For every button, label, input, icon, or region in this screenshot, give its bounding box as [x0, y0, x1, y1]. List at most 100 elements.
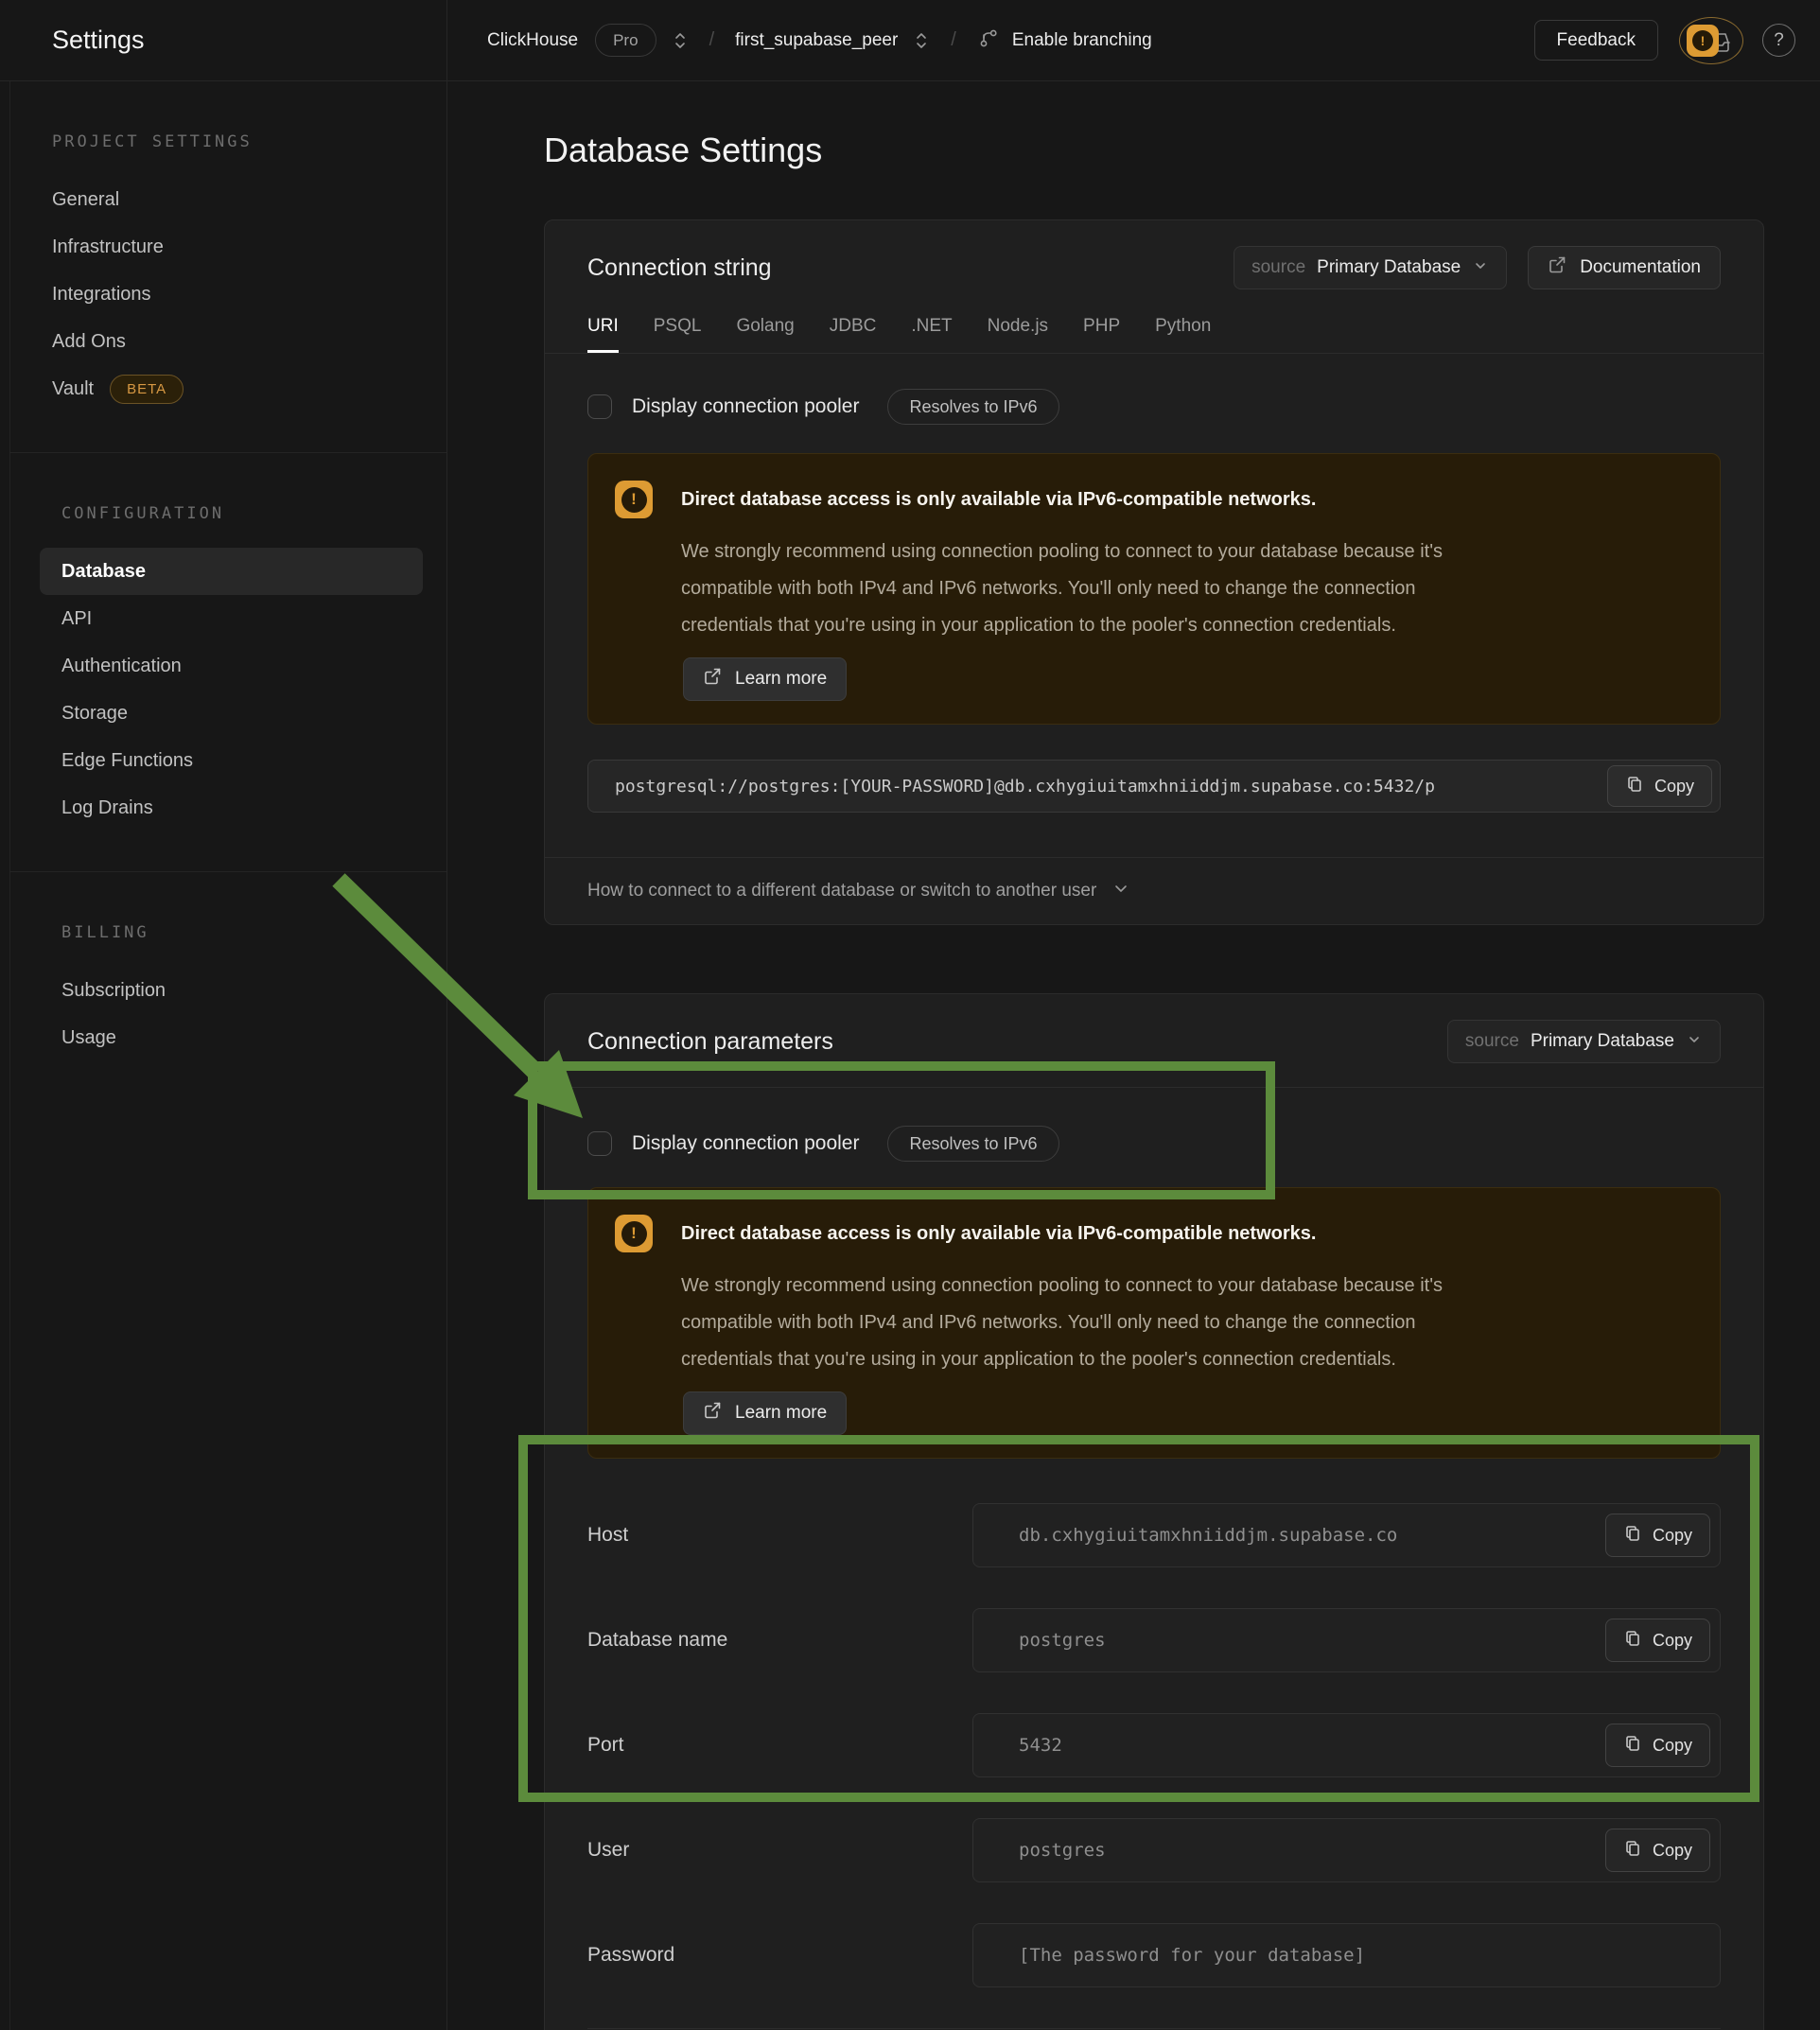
tab-uri[interactable]: URI	[587, 316, 619, 353]
copy-host-button[interactable]: Copy	[1605, 1514, 1710, 1557]
param-row-password: Password [The password for your database…	[587, 1923, 1721, 1987]
sidebar-item-storage[interactable]: Storage	[40, 690, 423, 737]
sidebar-item-log-drains[interactable]: Log Drains	[40, 784, 423, 831]
copy-icon	[1623, 1839, 1642, 1863]
field-label: Database name	[587, 1629, 972, 1652]
help-button[interactable]: ?	[1762, 24, 1795, 57]
learn-more-button[interactable]: Learn more	[683, 1391, 847, 1435]
tab-dotnet[interactable]: .NET	[911, 316, 952, 353]
field-label: User	[587, 1839, 972, 1862]
sidebar-item-subscription[interactable]: Subscription	[40, 967, 423, 1014]
resolves-ipv6-badge: Resolves to IPv6	[887, 389, 1059, 425]
plan-badge: Pro	[595, 24, 656, 57]
enable-branching-label: Enable branching	[1012, 30, 1152, 51]
field-label: Password	[587, 1944, 972, 1967]
switch-database-expander[interactable]: How to connect to a different database o…	[587, 879, 1130, 903]
copy-database-name-button[interactable]: Copy	[1605, 1619, 1710, 1662]
sidebar-section-billing: BILLING Subscription Usage	[9, 871, 446, 1101]
connection-parameters-card: Connection parameters source Primary Dat…	[544, 993, 1764, 2030]
ipv6-warning-callout: ! Direct database access is only availab…	[587, 453, 1721, 725]
breadcrumb-separator: /	[704, 29, 721, 51]
header-settings-zone: Settings	[0, 0, 447, 80]
main-content: Database Settings Connection string sour…	[447, 81, 1820, 2030]
tab-golang[interactable]: Golang	[736, 316, 794, 353]
sidebar-item-database[interactable]: Database	[40, 548, 423, 595]
sidebar-item-general[interactable]: General	[30, 176, 423, 223]
sidebar-item-integrations[interactable]: Integrations	[30, 271, 423, 318]
resolves-ipv6-badge: Resolves to IPv6	[887, 1126, 1059, 1162]
sidebar-item-edge-functions[interactable]: Edge Functions	[40, 737, 423, 784]
connection-string-card: Connection string source Primary Databas…	[544, 219, 1764, 925]
page-title: Database Settings	[544, 129, 1820, 172]
copy-icon	[1623, 1629, 1642, 1653]
param-row-user: User postgres Copy	[587, 1818, 1721, 1882]
breadcrumb-project[interactable]: first_supabase_peer	[735, 30, 898, 51]
param-row-database-name: Database name postgres Copy	[587, 1608, 1721, 1672]
copy-icon	[1623, 1524, 1642, 1548]
display-pooler-checkbox[interactable]	[587, 1131, 612, 1156]
documentation-button[interactable]: Documentation	[1528, 246, 1721, 289]
learn-more-button[interactable]: Learn more	[683, 657, 847, 701]
warning-body: We strongly recommend using connection p…	[681, 1268, 1672, 1378]
password-placeholder: [The password for your database]	[973, 1945, 1365, 1966]
database-name-field[interactable]: postgres Copy	[972, 1608, 1721, 1672]
password-field[interactable]: [The password for your database]	[972, 1923, 1721, 1987]
language-tabs: URI PSQL Golang JDBC .NET Node.js PHP Py…	[545, 302, 1763, 354]
git-branch-icon	[977, 26, 1000, 55]
ipv6-warning-callout: ! Direct database access is only availab…	[587, 1187, 1721, 1459]
header-actions: Feedback ! ?	[1534, 17, 1795, 64]
display-pooler-checkbox[interactable]	[587, 394, 612, 419]
notifications-button[interactable]: !	[1679, 17, 1743, 64]
sidebar-left-border	[9, 81, 10, 2030]
field-label: Host	[587, 1524, 972, 1547]
breadcrumb-org[interactable]: ClickHouse	[487, 30, 578, 51]
copy-port-button[interactable]: Copy	[1605, 1724, 1710, 1767]
sidebar-item-infrastructure[interactable]: Infrastructure	[30, 223, 423, 271]
tab-python[interactable]: Python	[1155, 316, 1211, 353]
host-value: db.cxhygiuitamxhniiddjm.supabase.co	[973, 1525, 1397, 1546]
project-switcher-chevron-icon[interactable]	[913, 30, 930, 51]
tab-jdbc[interactable]: JDBC	[830, 316, 877, 353]
sidebar-item-authentication[interactable]: Authentication	[40, 642, 423, 690]
tab-psql[interactable]: PSQL	[654, 316, 702, 353]
copy-connection-string-button[interactable]: Copy	[1607, 765, 1712, 807]
source-select[interactable]: source Primary Database	[1447, 1020, 1721, 1063]
display-pooler-label: Display connection pooler	[632, 395, 859, 418]
feedback-button[interactable]: Feedback	[1534, 20, 1658, 61]
param-row-port: Port 5432 Copy	[587, 1713, 1721, 1777]
breadcrumb: ClickHouse Pro / first_supabase_peer / E…	[487, 24, 1152, 57]
enable-branching-button[interactable]: Enable branching	[977, 26, 1152, 55]
org-switcher-chevron-icon[interactable]	[672, 30, 689, 51]
connection-parameter-list: Host db.cxhygiuitamxhniiddjm.supabase.co…	[587, 1503, 1721, 2029]
settings-sidebar: PROJECT SETTINGS General Infrastructure …	[0, 81, 447, 2030]
warning-body: We strongly recommend using connection p…	[681, 534, 1672, 644]
sidebar-item-api[interactable]: API	[40, 595, 423, 642]
sidebar-item-vault[interactable]: Vault BETA	[30, 365, 423, 412]
sidebar-item-usage[interactable]: Usage	[40, 1014, 423, 1061]
chevron-down-icon	[1686, 1031, 1703, 1053]
tab-nodejs[interactable]: Node.js	[988, 316, 1048, 353]
top-header: Settings ClickHouse Pro / first_supabase…	[0, 0, 1820, 81]
tab-php[interactable]: PHP	[1083, 316, 1120, 353]
sidebar-section-configuration: CONFIGURATION Database API Authenticatio…	[9, 452, 446, 871]
connection-string-value: postgresql://postgres:[YOUR-PASSWORD]@db…	[588, 777, 1435, 796]
display-pooler-label: Display connection pooler	[632, 1132, 859, 1155]
user-value: postgres	[973, 1840, 1106, 1861]
sidebar-section-project-settings: PROJECT SETTINGS General Infrastructure …	[0, 81, 446, 452]
external-link-icon	[703, 667, 722, 691]
database-name-value: postgres	[973, 1630, 1106, 1651]
chevron-down-icon	[1111, 879, 1130, 903]
section-title: CONFIGURATION	[61, 502, 446, 525]
card-title: Connection parameters	[587, 1019, 833, 1064]
alert-icon: !	[615, 1215, 653, 1252]
user-field[interactable]: postgres Copy	[972, 1818, 1721, 1882]
source-select[interactable]: source Primary Database	[1234, 246, 1507, 289]
warning-title: Direct database access is only available…	[681, 489, 1316, 511]
sidebar-item-add-ons[interactable]: Add Ons	[30, 318, 423, 365]
port-field[interactable]: 5432 Copy	[972, 1713, 1721, 1777]
question-mark-icon: ?	[1774, 30, 1784, 51]
copy-user-button[interactable]: Copy	[1605, 1829, 1710, 1872]
connection-string-field[interactable]: postgresql://postgres:[YOUR-PASSWORD]@db…	[587, 760, 1721, 813]
copy-icon	[1625, 775, 1644, 798]
host-field[interactable]: db.cxhygiuitamxhniiddjm.supabase.co Copy	[972, 1503, 1721, 1567]
